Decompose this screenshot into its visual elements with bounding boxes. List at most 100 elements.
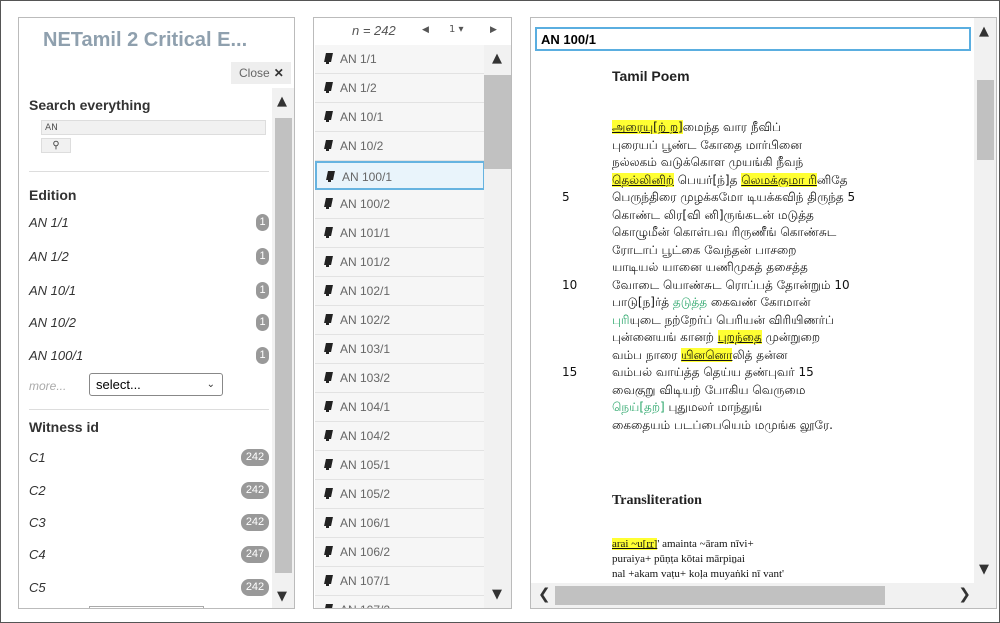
page-select[interactable]: 1 ▾: [449, 24, 464, 35]
document-list-label: AN 102/2: [340, 313, 391, 327]
document-list-label: AN 106/2: [340, 545, 391, 559]
more-link[interactable]: more...: [29, 379, 66, 393]
count-badge: 1: [256, 347, 269, 364]
document-list-item[interactable]: AN 105/1: [315, 451, 485, 480]
highlighted-variant[interactable]: புறந்தை: [717, 330, 762, 344]
document-list-label: AN 103/2: [340, 371, 391, 385]
highlighted-variant[interactable]: அரையு[ற் ற]: [612, 120, 683, 134]
result-count: n = 242: [352, 23, 396, 38]
scroll-down-icon[interactable]: ▼: [277, 589, 287, 604]
poem-line-text: வம்பல் வாய்த்த தெய்ய தண்புவர் 15: [612, 365, 814, 381]
highlighted-variant[interactable]: யினனொ: [681, 347, 733, 362]
text-segment: லித் தன்ன: [732, 347, 788, 362]
manuscript-icon: [325, 53, 333, 64]
edition-facet-item[interactable]: AN 10/1 1: [29, 280, 269, 302]
document-list-item[interactable]: AN 1/1: [315, 45, 485, 74]
scroll-down-icon[interactable]: ▼: [492, 587, 502, 602]
document-list-item[interactable]: AN 103/1: [315, 335, 485, 364]
document-list-item[interactable]: AN 104/2: [315, 422, 485, 451]
list-scroll-thumb[interactable]: [484, 75, 511, 169]
poem-line: புரியுடை நற்றேர்ப் பெரியன் விரியிணர்ப்: [531, 312, 971, 330]
highlighted-variant[interactable]: தெல்லினிற்: [612, 172, 674, 187]
poem-text: அரையு[ற் ற]மைந்த வார நீவிப் புரையப் பூண்ட…: [531, 119, 971, 434]
text-segment: யுடை நற்றேர்ப் பெரியன் விரியிணர்ப்: [629, 312, 834, 327]
edition-facet-item[interactable]: AN 1/1 1: [29, 212, 269, 234]
poem-line: அரையு[ற் ற]மைந்த வார நீவிப்: [531, 119, 971, 137]
document-list-item[interactable]: AN 104/1: [315, 393, 485, 422]
document-list-item[interactable]: AN 107/1: [315, 567, 485, 596]
document-list-item[interactable]: AN 106/2: [315, 538, 485, 567]
scroll-left-icon[interactable]: ❮: [538, 585, 551, 603]
witness-facet-item[interactable]: C1 242: [29, 447, 269, 469]
document-list-item[interactable]: AN 1/2: [315, 74, 485, 103]
scroll-right-icon[interactable]: ❯: [958, 585, 971, 603]
document-list-item[interactable]: AN 101/2: [315, 248, 485, 277]
document-list-item[interactable]: AN 100/1: [315, 161, 485, 190]
document-list-item[interactable]: AN 102/1: [315, 277, 485, 306]
marked-variant[interactable]: புரி: [612, 313, 630, 327]
poem-line-text: நெய்[தற்] புதுமலர் மாந்துங்: [612, 400, 762, 416]
document-list-item[interactable]: AN 10/1: [315, 103, 485, 132]
text-segment: வம்பல் வாய்த்த தெய்ய தண்புவர் 15: [612, 365, 814, 379]
marked-variant[interactable]: நெய்[தற்]: [612, 400, 665, 414]
document-id-field[interactable]: AN 100/1: [535, 27, 971, 51]
witness-facet-item[interactable]: C2 242: [29, 480, 269, 502]
highlighted-variant[interactable]: லெமக்குமா ரி: [741, 172, 817, 187]
document-list-label: AN 1/2: [340, 81, 377, 95]
edition-facet-item[interactable]: AN 100/1 1: [29, 345, 269, 367]
viewer-horizontal-scrollbar[interactable]: ❮ ❯: [531, 583, 996, 608]
text-segment: கைவண் கோமான்: [707, 295, 811, 309]
manuscript-icon: [325, 227, 333, 238]
scroll-up-icon[interactable]: ▲: [979, 24, 989, 39]
count-badge: 242: [241, 514, 269, 531]
text-segment: வம்ப நாரை: [612, 347, 682, 362]
previous-page-icon[interactable]: ◀: [422, 25, 429, 35]
text-segment: பெயர்[ந்]த: [673, 172, 742, 187]
close-button[interactable]: Close ✕: [231, 62, 291, 84]
search-input[interactable]: AN: [41, 120, 266, 135]
text-segment: முன்றுறை: [761, 330, 821, 344]
viewer-vertical-scrollbar[interactable]: ▲ ▼: [974, 18, 996, 583]
viewer-scroll-thumb[interactable]: [977, 80, 994, 160]
more-select-dropdown[interactable]: select... ⌄: [89, 373, 223, 396]
document-list-item[interactable]: AN 105/2: [315, 480, 485, 509]
manuscript-icon: [325, 430, 333, 441]
text-segment: னிதே: [816, 172, 848, 187]
poem-line: வம்ப நாரை யினனொலித் தன்ன: [531, 347, 971, 365]
scroll-down-icon[interactable]: ▼: [979, 562, 989, 577]
viewer-hscroll-thumb[interactable]: [555, 586, 885, 605]
marked-variant[interactable]: தடுத்த: [673, 295, 707, 309]
facet-scroll-thumb[interactable]: [275, 118, 292, 573]
next-page-icon[interactable]: ▶: [490, 25, 497, 35]
document-list-item[interactable]: AN 106/1: [315, 509, 485, 538]
document-list-label: AN 104/1: [340, 400, 391, 414]
witness-facet-item[interactable]: C3 242: [29, 512, 269, 534]
scroll-up-icon[interactable]: ▲: [277, 94, 287, 109]
manuscript-icon: [325, 314, 333, 325]
manuscript-icon: [325, 343, 333, 354]
edition-facet-item[interactable]: AN 1/2 1: [29, 246, 269, 268]
document-list-item[interactable]: AN 10/2: [315, 132, 485, 161]
document-list-item[interactable]: AN 102/2: [315, 306, 485, 335]
search-button[interactable]: ⚲: [41, 138, 71, 153]
facet-scrollbar[interactable]: ▲ ▼: [272, 88, 294, 608]
highlighted-variant[interactable]: arai ~u[ṟṟ]: [612, 538, 658, 550]
text-segment: புன்னையங் கானற்: [612, 330, 718, 344]
poem-line: 10 வோடை யொண்சுட ரொப்பத் தோன்றும் 10: [531, 277, 971, 295]
document-list-item[interactable]: AN 107/2: [315, 596, 485, 608]
manuscript-icon: [325, 140, 333, 151]
document-list-label: AN 10/2: [340, 139, 384, 153]
document-list-item[interactable]: AN 101/1: [315, 219, 485, 248]
poem-line-text: வம்ப நாரை யினனொலித் தன்ன: [612, 347, 788, 364]
edition-heading: Edition: [29, 187, 77, 203]
document-list-item[interactable]: AN 100/2: [315, 190, 485, 219]
scroll-up-icon[interactable]: ▲: [492, 51, 502, 66]
witness-heading: Witness id: [29, 419, 99, 435]
text-segment: கொழுமீன் கொள்பவ ரிருணீங் கொண்சுட: [612, 225, 837, 239]
witness-facet-item[interactable]: C5 242: [29, 577, 269, 599]
list-scrollbar[interactable]: ▲ ▼: [484, 45, 511, 608]
witness-facet-item[interactable]: C4 247: [29, 544, 269, 566]
document-list-item[interactable]: AN 103/2: [315, 364, 485, 393]
edition-facet-item[interactable]: AN 10/2 1: [29, 312, 269, 334]
transliteration-line: arai ~u[ṟṟ]' amainta ~āram nīvi+: [612, 538, 962, 550]
